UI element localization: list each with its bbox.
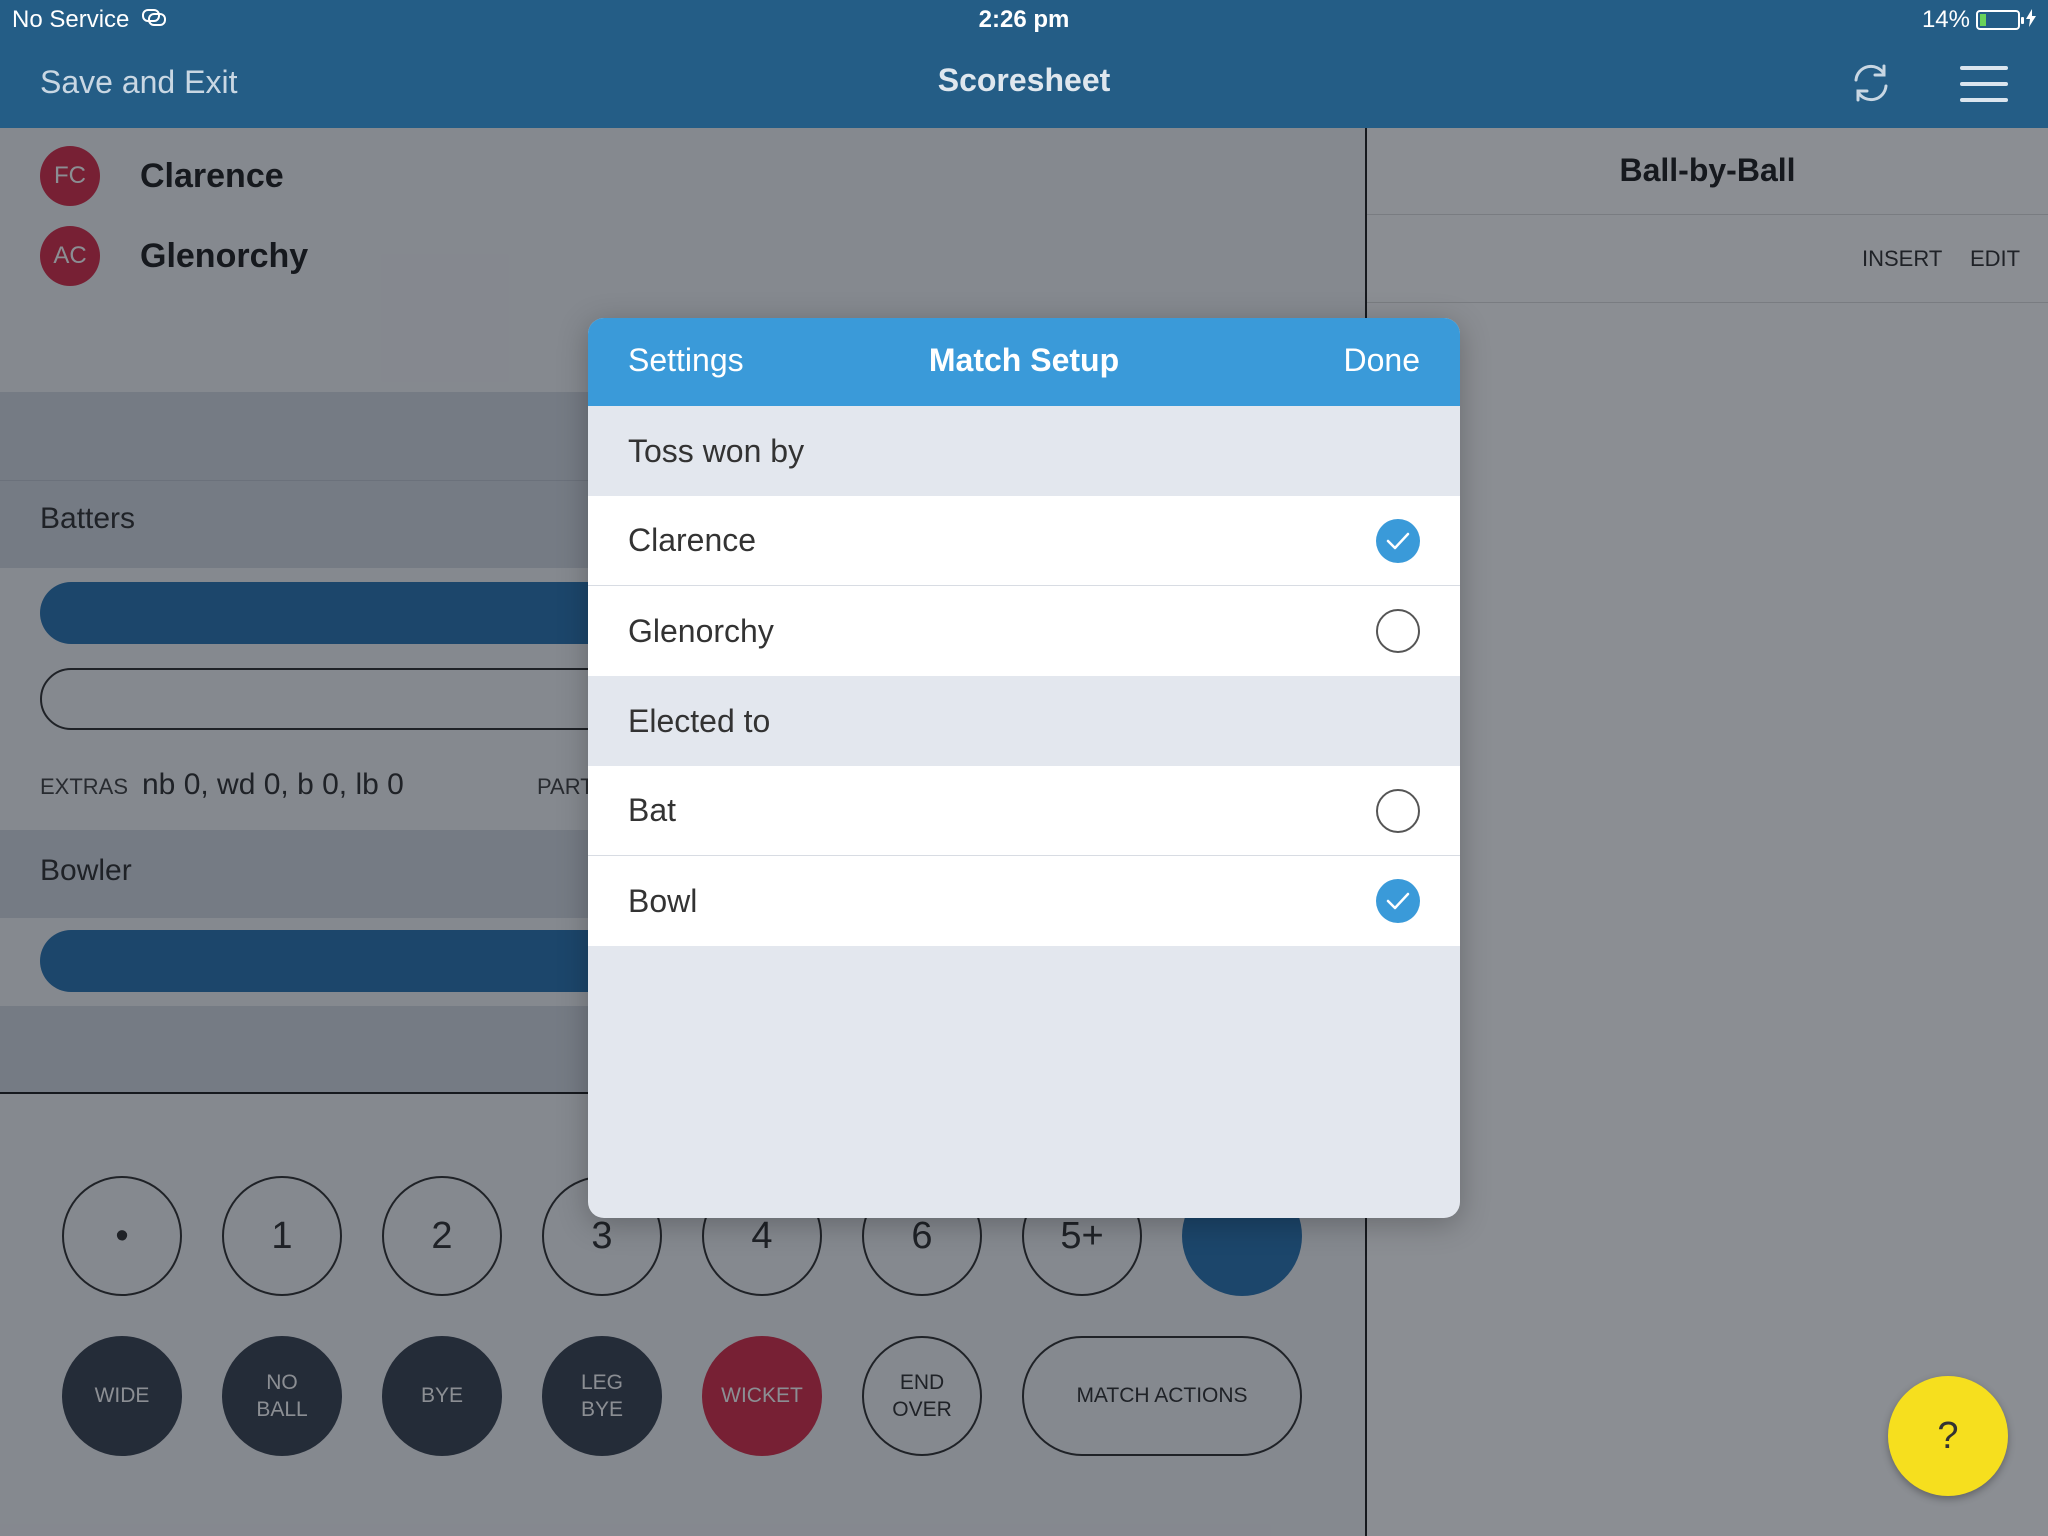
hamburger-menu-icon[interactable] <box>1960 66 2008 102</box>
dialog-header: Settings Match Setup Done <box>588 318 1460 406</box>
option-label: Glenorchy <box>628 612 774 649</box>
match-setup-dialog: Settings Match Setup Done Toss won by Cl… <box>588 318 1460 1218</box>
page-title: Scoresheet <box>937 62 1111 98</box>
toss-won-by-header: Toss won by <box>628 432 805 469</box>
done-button[interactable]: Done <box>1344 342 1421 379</box>
clock: 2:26 pm <box>978 6 1070 33</box>
toss-option-glenorchy[interactable]: Glenorchy <box>588 586 1460 676</box>
checkmark-icon[interactable] <box>1376 879 1420 923</box>
elected-to-header: Elected to <box>628 702 771 739</box>
radio-unchecked-icon[interactable] <box>1376 609 1420 653</box>
option-label: Bowl <box>628 882 698 919</box>
battery-percent: 14% <box>1921 6 1970 33</box>
checkmark-icon[interactable] <box>1376 519 1420 563</box>
option-label: Bat <box>628 792 677 828</box>
elected-option-bowl[interactable]: Bowl <box>588 856 1460 946</box>
toss-option-clarence[interactable]: Clarence <box>588 496 1460 586</box>
option-label: Clarence <box>628 522 757 558</box>
charging-icon <box>2026 6 2036 34</box>
dialog-title: Match Setup <box>928 342 1120 378</box>
status-bar: No Service 2:26 pm 14% <box>0 0 2048 40</box>
elected-option-bat[interactable]: Bat <box>588 766 1460 856</box>
help-button[interactable]: ? <box>1888 1376 2008 1496</box>
navigation-bar: Save and Exit Scoresheet <box>0 40 2048 128</box>
battery-icon <box>1976 10 2024 30</box>
radio-unchecked-icon[interactable] <box>1376 789 1420 833</box>
sync-icon[interactable] <box>1848 60 1894 106</box>
